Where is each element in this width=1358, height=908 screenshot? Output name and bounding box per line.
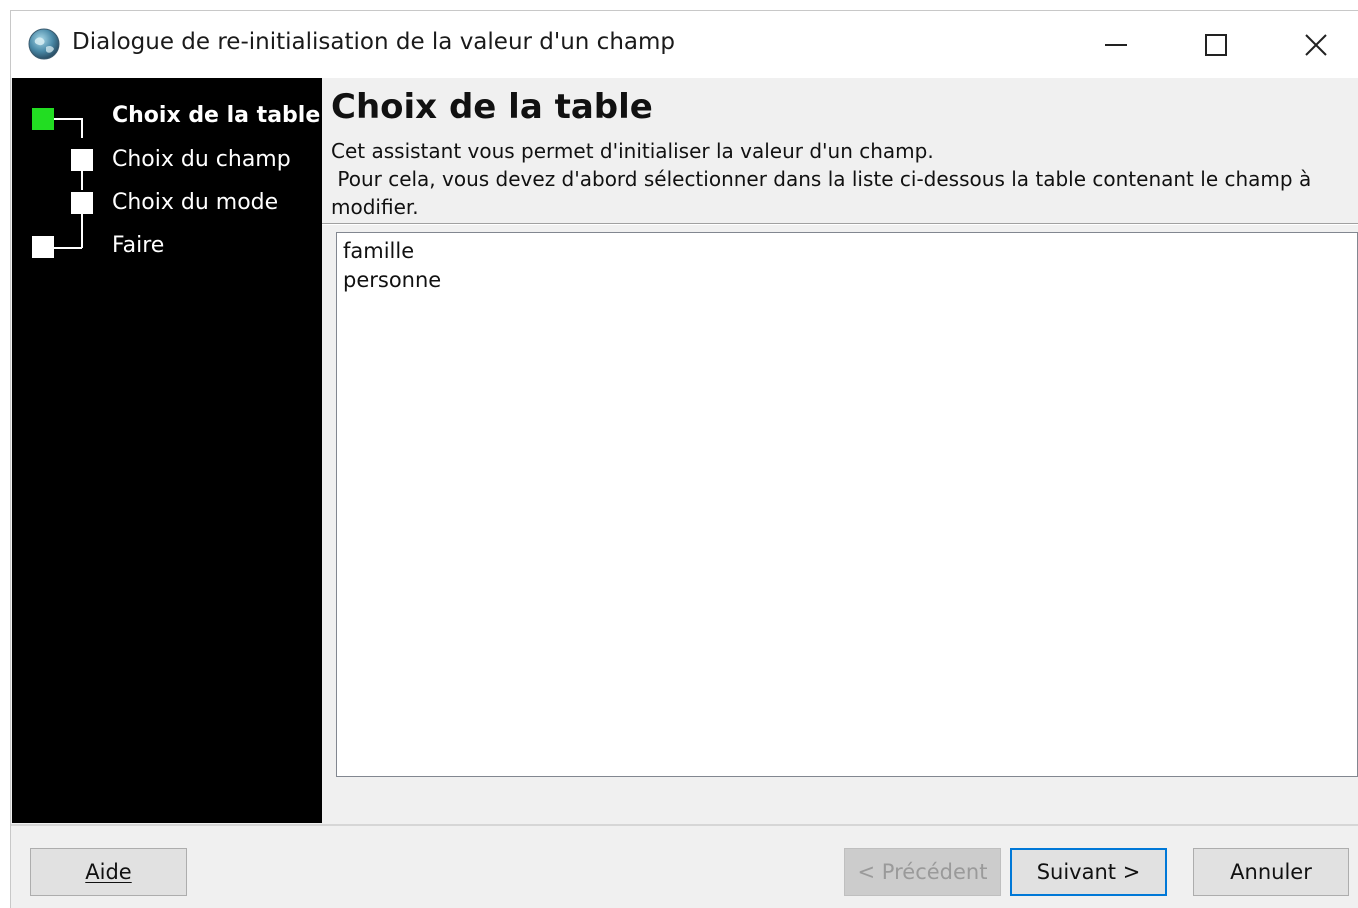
help-button[interactable]: Aide: [30, 848, 187, 896]
header-divider-highlight: [322, 224, 1358, 225]
list-item-famille[interactable]: famille: [343, 237, 1351, 266]
minimize-icon: [1105, 43, 1127, 46]
step-marker: [71, 192, 93, 214]
step-choix-table: Choix de la table: [112, 103, 321, 128]
maximize-button[interactable]: [1166, 11, 1266, 78]
cancel-button[interactable]: Annuler: [1193, 848, 1349, 896]
step-choix-mode: Choix du mode: [112, 190, 279, 215]
footer-divider: [11, 824, 1358, 826]
window-title: Dialogue de re-initialisation de la vale…: [72, 29, 675, 55]
instruction-line: Pour cela, vous devez d'abord sélectionn…: [331, 167, 1312, 191]
step-marker: [32, 236, 54, 258]
close-icon: [1305, 33, 1327, 56]
next-button[interactable]: Suivant >: [1010, 848, 1167, 896]
tree-connector: [81, 170, 83, 190]
tree-connector: [54, 247, 82, 249]
list-item-personne[interactable]: personne: [343, 266, 1351, 295]
next-button-label: Suivant >: [1036, 860, 1141, 884]
instruction-line: modifier.: [331, 195, 419, 219]
tree-connector: [54, 118, 82, 120]
table-listbox[interactable]: famille personne: [336, 232, 1358, 777]
cancel-button-label: Annuler: [1230, 860, 1312, 884]
instruction-line: Cet assistant vous permet d'initialiser …: [331, 139, 934, 163]
step-marker: [71, 149, 93, 171]
dialog-window: Dialogue de re-initialisation de la vale…: [10, 10, 1358, 908]
step-faire: Faire: [112, 233, 165, 258]
minimize-button[interactable]: [1066, 11, 1166, 78]
step-choix-champ: Choix du champ: [112, 147, 291, 172]
previous-button-label: < Précédent: [857, 860, 988, 884]
tree-connector: [81, 214, 83, 248]
help-button-label: Aide: [85, 860, 132, 884]
page-title: Choix de la table: [331, 87, 653, 127]
wizard-steps-panel: Choix de la table Choix du champ Choix d…: [12, 78, 322, 823]
globe-app-icon: [28, 28, 60, 60]
maximize-icon: [1205, 33, 1227, 56]
instructions-text: Cet assistant vous permet d'initialiser …: [331, 137, 1351, 221]
tree-connector: [81, 118, 83, 138]
step-marker-active: [32, 108, 54, 130]
title-bar: Dialogue de re-initialisation de la vale…: [11, 11, 1358, 78]
close-button[interactable]: [1266, 11, 1358, 78]
previous-button[interactable]: < Précédent: [844, 848, 1001, 896]
